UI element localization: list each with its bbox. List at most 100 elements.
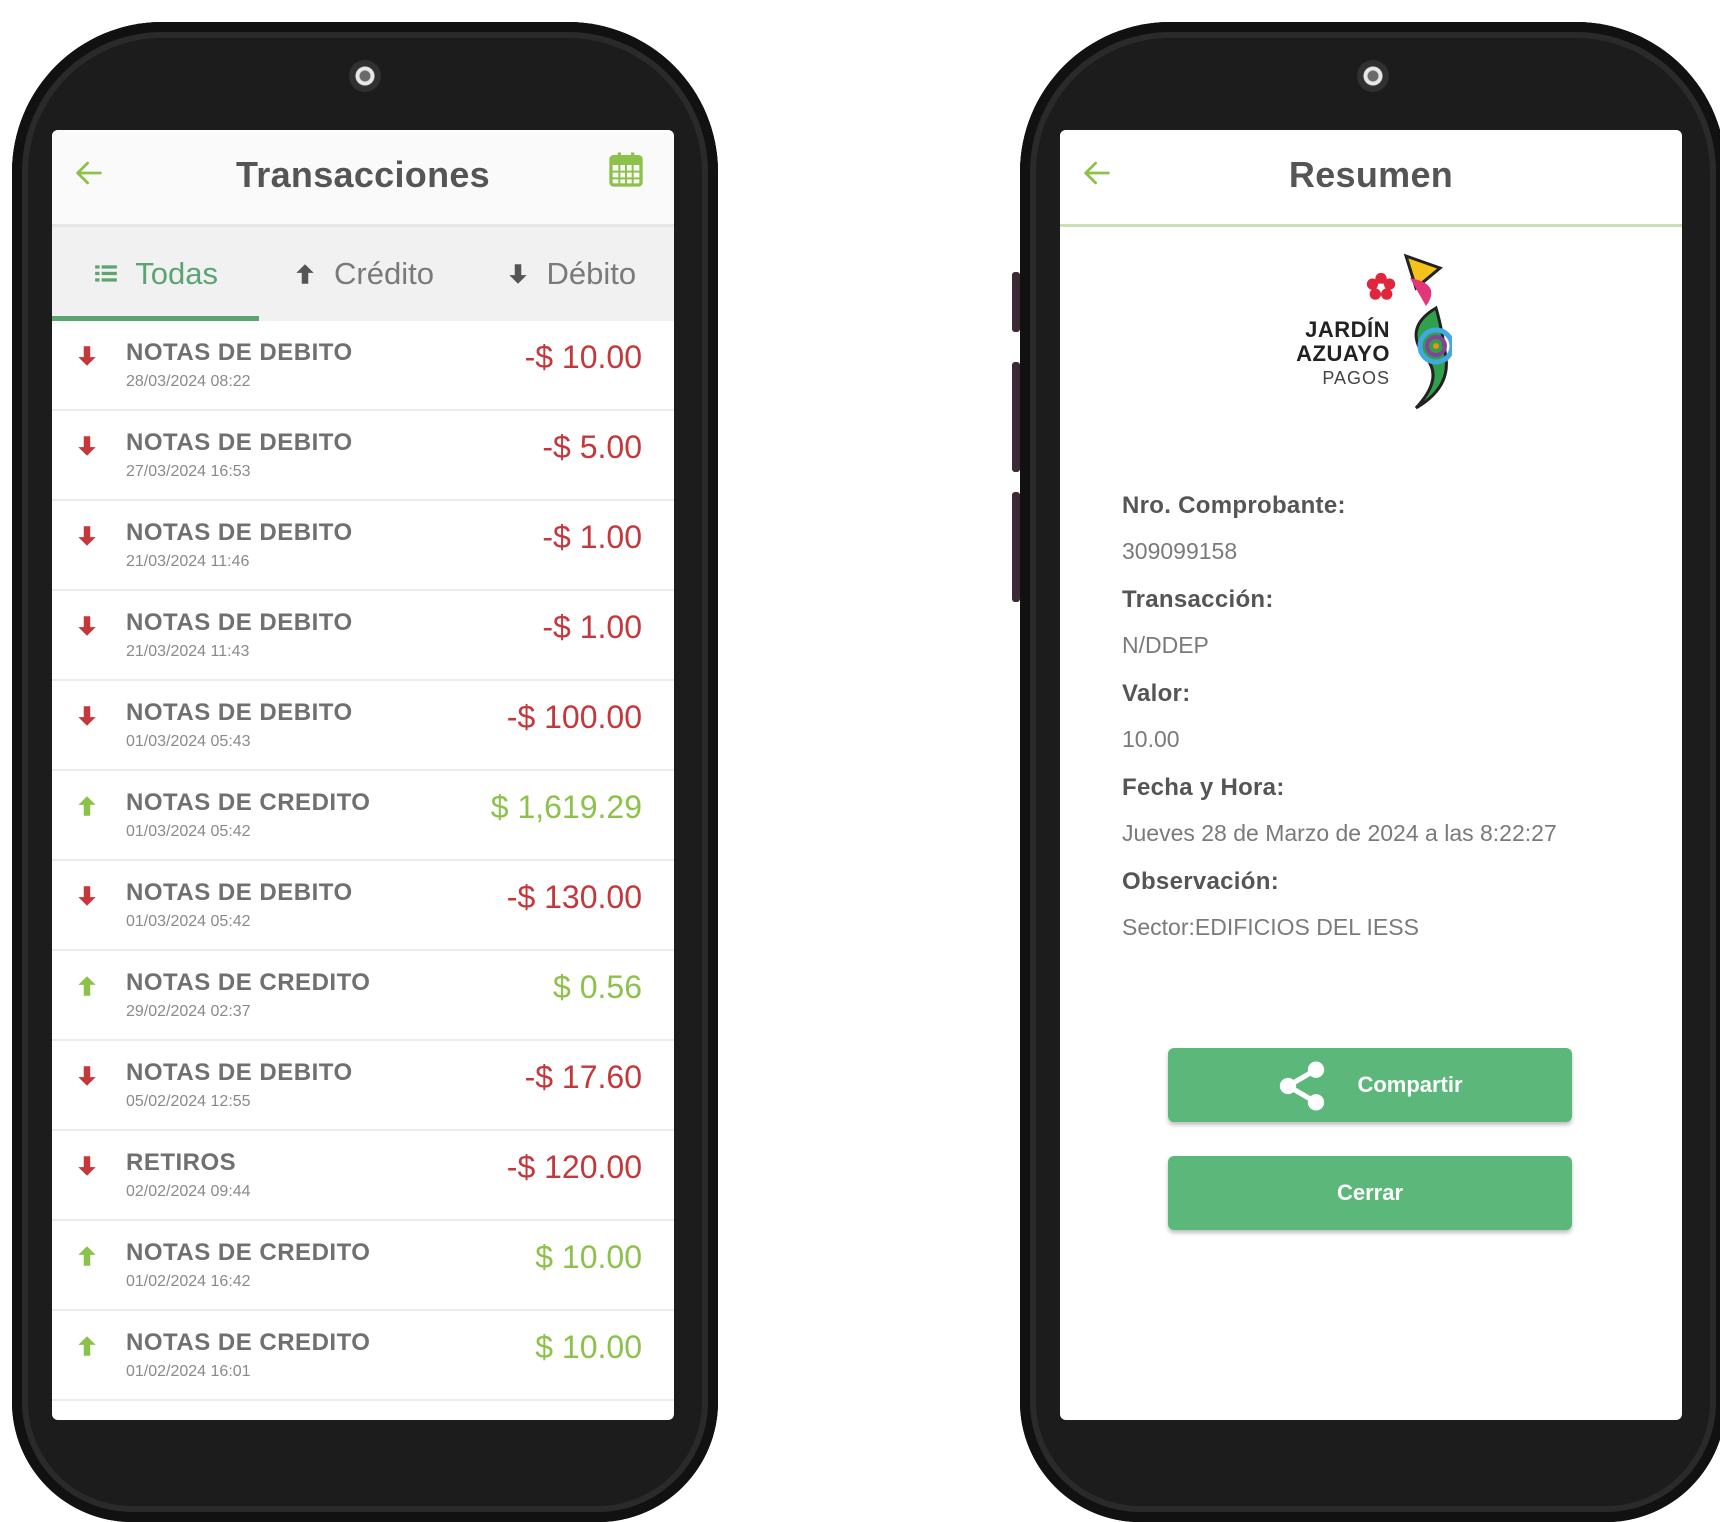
side-button bbox=[1012, 362, 1020, 472]
field-label: Fecha y Hora: bbox=[1122, 774, 1285, 801]
transaction-amount: -$ 120.00 bbox=[506, 1149, 642, 1185]
transaction-date: 05/02/2024 12:55 bbox=[126, 1093, 251, 1110]
transaction-amount: $ 10.00 bbox=[535, 1239, 642, 1275]
side-button bbox=[1012, 492, 1020, 602]
transaction-name: NOTAS DE DEBITO bbox=[126, 1059, 353, 1086]
tab-credito[interactable]: Crédito bbox=[259, 227, 466, 321]
arrow-down-icon bbox=[78, 886, 96, 906]
transaction-amount: -$ 130.00 bbox=[506, 879, 642, 915]
transaction-name: NOTAS DE DEBITO bbox=[126, 339, 353, 366]
field-value: Sector:EDIFICIOS DEL IESS bbox=[1122, 914, 1419, 940]
arrow-down-icon bbox=[78, 526, 96, 546]
transaction-row[interactable]: NOTAS DE DEBITO 21/03/2024 11:43 -$ 1.00 bbox=[52, 591, 674, 681]
arrow-down-icon bbox=[78, 1066, 96, 1086]
transaction-row[interactable]: NOTAS DE DEBITO 21/03/2024 11:46 -$ 1.00 bbox=[52, 501, 674, 591]
transaction-amount: -$ 17.60 bbox=[524, 1059, 642, 1095]
arrow-down-icon bbox=[508, 264, 527, 284]
summary-screen: Resumen JARDÍN AZUAYO PAGOS Nro. Comprob… bbox=[1060, 130, 1682, 1420]
share-button[interactable]: Compartir bbox=[1168, 1048, 1572, 1122]
transaction-row[interactable]: NOTAS DE DEBITO 28/03/2024 08:22 -$ 10.00 bbox=[52, 321, 674, 411]
arrow-up-icon bbox=[78, 976, 96, 996]
share-button-label: Compartir bbox=[1357, 1072, 1463, 1097]
transaction-date: 01/02/2024 16:42 bbox=[126, 1273, 251, 1290]
transaction-date: 28/03/2024 08:22 bbox=[126, 373, 251, 390]
side-button bbox=[1012, 272, 1020, 332]
transaction-amount: $ 1,619.29 bbox=[490, 789, 642, 825]
transaction-name: NOTAS DE DEBITO bbox=[126, 879, 353, 906]
arrow-down-icon bbox=[78, 1156, 96, 1176]
flower-icon bbox=[1366, 272, 1396, 300]
calendar-icon[interactable] bbox=[606, 150, 646, 190]
logo-emblem-icon bbox=[1403, 253, 1452, 410]
arrow-down-icon bbox=[78, 436, 96, 456]
transaction-list: NOTAS DE DEBITO 28/03/2024 08:22 -$ 10.00 N… bbox=[52, 321, 674, 1401]
field-value: N/DDEP bbox=[1122, 632, 1209, 658]
transaction-amount: $ 0.56 bbox=[553, 969, 642, 1005]
page-title: Transacciones bbox=[235, 154, 491, 195]
list-icon bbox=[95, 265, 118, 282]
field-value: Jueves 28 de Marzo de 2024 a las 8:22:27 bbox=[1122, 820, 1557, 846]
tab-label: Débito bbox=[546, 256, 637, 291]
page-title: Resumen bbox=[1288, 154, 1454, 195]
tab-debito[interactable]: Débito bbox=[467, 227, 674, 321]
transaction-row[interactable]: NOTAS DE CREDITO 01/02/2024 16:01 $ 10.00 bbox=[52, 1311, 674, 1401]
arrow-up-icon bbox=[296, 264, 314, 284]
field-label: Transacción: bbox=[1122, 586, 1274, 613]
camera-icon bbox=[349, 60, 381, 92]
arrow-up-icon bbox=[78, 796, 96, 816]
filter-tabs: Todas Crédito Débito bbox=[52, 227, 674, 321]
arrow-down-icon bbox=[78, 706, 96, 726]
arrow-up-icon bbox=[78, 1246, 96, 1266]
app-bar: Resumen bbox=[1060, 130, 1682, 227]
phone-frame-summary: Resumen JARDÍN AZUAYO PAGOS Nro. Comprob… bbox=[1012, 22, 1720, 1522]
field-value: 10.00 bbox=[1122, 726, 1180, 752]
transaction-date: 01/03/2024 05:43 bbox=[126, 733, 251, 750]
tab-label: Crédito bbox=[334, 256, 434, 291]
transaction-amount: -$ 100.00 bbox=[506, 699, 642, 735]
transaction-amount: $ 10.00 bbox=[535, 1329, 642, 1365]
transaction-name: NOTAS DE DEBITO bbox=[126, 429, 353, 456]
transactions-screen: Transacciones Todas Crédito Débito NOTAS… bbox=[52, 130, 674, 1420]
arrow-down-icon bbox=[78, 616, 96, 636]
camera-icon bbox=[1357, 60, 1389, 92]
receipt-details: Nro. Comprobante: 309099158 Transacción: N/… bbox=[1122, 492, 1557, 946]
transaction-row[interactable]: NOTAS DE CREDITO 29/02/2024 02:37 $ 0.56 bbox=[52, 951, 674, 1041]
transaction-row[interactable]: NOTAS DE CREDITO 01/03/2024 05:42 $ 1,619.… bbox=[52, 771, 674, 861]
transaction-row[interactable]: NOTAS DE DEBITO 05/02/2024 12:55 -$ 17.60 bbox=[52, 1041, 674, 1131]
field-label: Observación: bbox=[1122, 868, 1279, 895]
transaction-row[interactable]: NOTAS DE DEBITO 01/03/2024 05:43 -$ 100.00 bbox=[52, 681, 674, 771]
logo-subtitle: PAGOS bbox=[1322, 368, 1390, 388]
transaction-date: 29/02/2024 02:37 bbox=[126, 1003, 251, 1020]
phone-frame-transactions: Transacciones Todas Crédito Débito NOTAS… bbox=[12, 22, 718, 1522]
transaction-date: 01/03/2024 05:42 bbox=[126, 913, 251, 930]
transaction-row[interactable]: NOTAS DE DEBITO 01/03/2024 05:42 -$ 130.00 bbox=[52, 861, 674, 951]
transaction-date: 01/03/2024 05:42 bbox=[126, 823, 251, 840]
transaction-name: NOTAS DE CREDITO bbox=[126, 1239, 371, 1266]
arrow-up-icon bbox=[78, 1336, 96, 1356]
arrow-down-icon bbox=[78, 346, 96, 366]
logo-wordmark: JARDÍN AZUAYO bbox=[1296, 317, 1390, 366]
transaction-name: RETIROS bbox=[126, 1149, 237, 1176]
transaction-row[interactable]: NOTAS DE DEBITO 27/03/2024 16:53 -$ 5.00 bbox=[52, 411, 674, 501]
tab-label: Todas bbox=[135, 256, 219, 291]
close-button[interactable]: Cerrar bbox=[1168, 1156, 1572, 1230]
transaction-name: NOTAS DE DEBITO bbox=[126, 609, 353, 636]
transaction-name: NOTAS DE DEBITO bbox=[126, 699, 353, 726]
transaction-row[interactable]: RETIROS 02/02/2024 09:44 -$ 120.00 bbox=[52, 1131, 674, 1221]
tab-todas[interactable]: Todas bbox=[52, 227, 260, 321]
transaction-name: NOTAS DE DEBITO bbox=[126, 519, 353, 546]
field-label: Nro. Comprobante: bbox=[1122, 492, 1346, 519]
jardin-azuayo-logo: JARDÍN AZUAYO PAGOS bbox=[1296, 248, 1452, 416]
share-icon bbox=[1279, 1061, 1325, 1111]
transaction-date: 01/02/2024 16:01 bbox=[126, 1363, 251, 1380]
transaction-name: NOTAS DE CREDITO bbox=[126, 789, 371, 816]
transaction-amount: -$ 1.00 bbox=[542, 519, 642, 555]
transaction-row[interactable]: NOTAS DE CREDITO 01/02/2024 16:42 $ 10.00 bbox=[52, 1221, 674, 1311]
transaction-date: 21/03/2024 11:46 bbox=[126, 553, 250, 570]
app-bar: Transacciones bbox=[52, 130, 674, 227]
transaction-name: NOTAS DE CREDITO bbox=[126, 1329, 371, 1356]
transaction-amount: -$ 1.00 bbox=[542, 609, 642, 645]
transaction-date: 02/02/2024 09:44 bbox=[126, 1183, 251, 1200]
field-label: Valor: bbox=[1122, 680, 1191, 707]
transaction-amount: -$ 10.00 bbox=[524, 339, 642, 375]
